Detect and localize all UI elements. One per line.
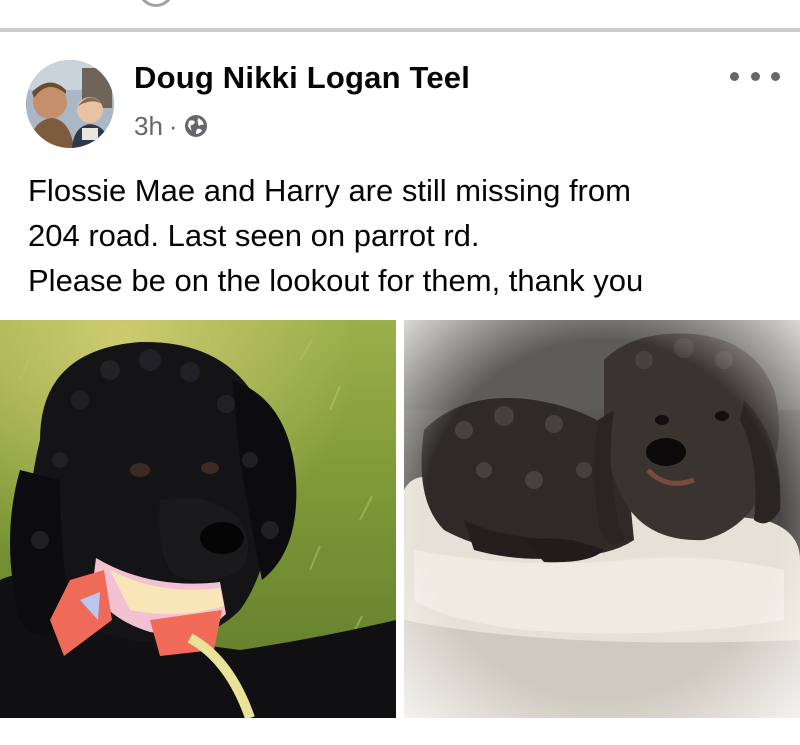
post-text-line: Please be on the lookout for them, thank…: [28, 263, 644, 298]
post-bottom-spacer: [0, 718, 800, 745]
post-text-line: Flossie Mae and Harry are still missing …: [28, 173, 631, 208]
more-dot: [771, 71, 780, 81]
post-timestamp[interactable]: 3h: [134, 111, 163, 142]
more-dot: [750, 71, 760, 81]
previous-post-remnant: [0, 0, 800, 28]
reaction-icon-remnant: [138, 0, 174, 7]
post-meta: 3h ·: [134, 110, 208, 142]
globe-icon[interactable]: [184, 114, 208, 138]
more-options-icon[interactable]: [730, 58, 780, 94]
post-photo-dog-on-bed[interactable]: [404, 320, 800, 718]
more-dot: [730, 71, 739, 81]
facebook-feed: Doug Nikki Logan Teel 3h · Flossie Mae a…: [0, 0, 800, 745]
post-text: Flossie Mae and Harry are still missing …: [28, 168, 788, 303]
post-photo-black-poodle[interactable]: [0, 320, 396, 718]
author-name[interactable]: Doug Nikki Logan Teel: [134, 60, 470, 96]
post-text-line: 204 road. Last seen on parrot rd.: [28, 218, 480, 253]
avatar[interactable]: [26, 60, 114, 148]
post-divider: [0, 28, 800, 32]
meta-separator: ·: [168, 110, 178, 141]
